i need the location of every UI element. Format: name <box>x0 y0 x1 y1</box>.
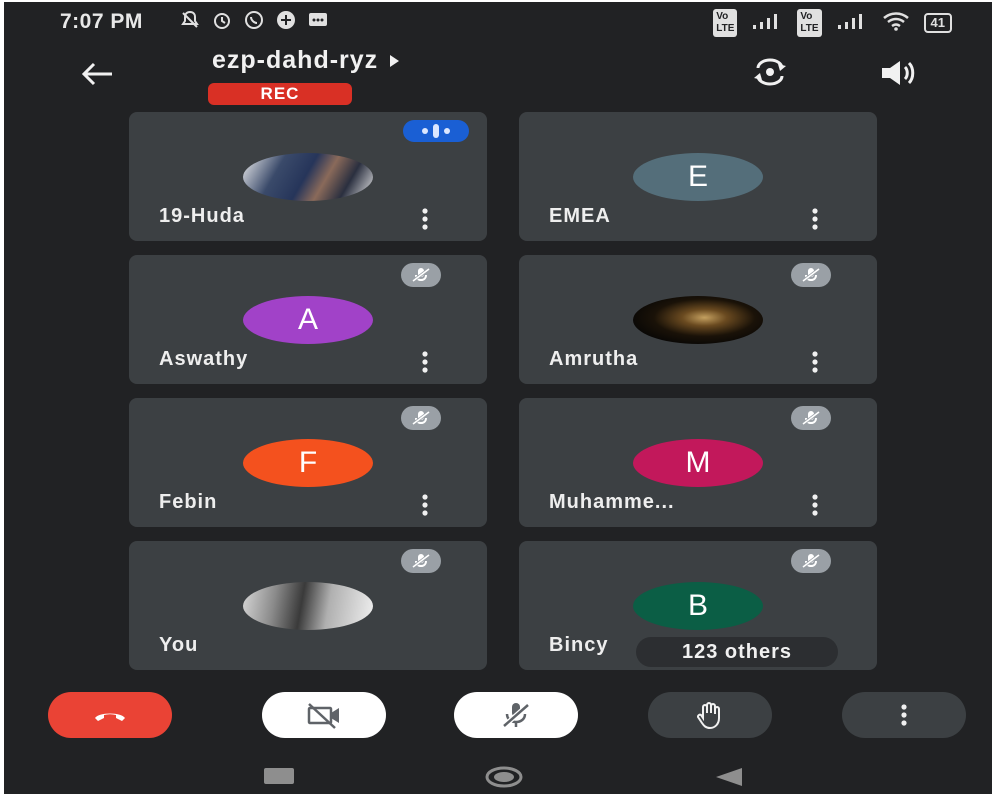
participant-name: EMEA <box>549 205 611 227</box>
meeting-code: ezp-dahd-ryz <box>212 46 379 74</box>
switch-camera-button[interactable] <box>750 54 790 90</box>
participant-photo <box>633 296 763 344</box>
participant-avatar: A <box>243 296 373 344</box>
4g-signal-icon <box>836 12 868 35</box>
arrow-left-icon <box>81 62 112 86</box>
microphone-toggle-button[interactable] <box>454 692 578 738</box>
participant-avatar: F <box>243 439 373 487</box>
participant-avatar: M <box>633 439 763 487</box>
participant-name: 19-Huda <box>159 205 245 227</box>
recording-badge: REC <box>208 83 352 105</box>
others-count-button[interactable]: 123 others <box>636 637 838 667</box>
volte-icon: Vo LTE <box>713 9 738 37</box>
mic-muted-icon <box>401 549 441 573</box>
notifications-off-icon <box>180 10 200 30</box>
home-button[interactable] <box>484 766 524 788</box>
more-vert-icon[interactable] <box>419 493 431 517</box>
mic-off-icon <box>502 703 530 728</box>
participant-photo <box>243 153 373 201</box>
raise-hand-button[interactable] <box>648 692 772 738</box>
mic-muted-icon <box>401 263 441 287</box>
caret-right-icon <box>390 54 400 67</box>
more-vert-icon <box>901 704 907 726</box>
participant-avatar: E <box>633 153 763 201</box>
participant-tile[interactable]: Amrutha <box>519 255 877 384</box>
speaker-icon <box>882 61 915 85</box>
recent-apps-button[interactable] <box>264 768 294 784</box>
participant-name: Muhamme... <box>549 491 675 513</box>
more-vert-icon[interactable] <box>419 207 431 231</box>
participant-tile-self[interactable]: You <box>129 541 487 670</box>
back-button[interactable] <box>76 58 116 90</box>
raise-hand-icon <box>697 702 720 730</box>
mic-muted-icon <box>401 406 441 430</box>
whatsapp-icon <box>244 10 264 30</box>
mic-muted-icon <box>791 406 831 430</box>
clock: 7:07 PM <box>60 10 143 33</box>
more-options-button[interactable] <box>842 692 966 738</box>
end-call-icon <box>95 713 125 721</box>
participant-avatar: B <box>633 582 763 630</box>
camera-off-icon <box>307 703 339 729</box>
battery-level: 41 <box>923 13 952 33</box>
more-vert-icon[interactable] <box>809 207 821 231</box>
participant-tile[interactable]: E EMEA <box>519 112 877 241</box>
nav-back-button[interactable] <box>714 766 744 788</box>
meeting-title[interactable]: ezp-dahd-ryz <box>212 46 400 75</box>
message-icon <box>308 10 328 30</box>
participant-name: Bincy <box>549 634 609 656</box>
speaking-indicator <box>403 120 469 142</box>
more-vert-icon[interactable] <box>809 493 821 517</box>
mic-muted-icon <box>791 263 831 287</box>
end-call-button[interactable] <box>48 692 172 738</box>
sync-icon <box>276 10 296 30</box>
participant-name: Aswathy <box>159 348 249 370</box>
participant-tile[interactable]: 19-Huda <box>129 112 487 241</box>
audio-output-button[interactable] <box>878 58 918 88</box>
camera-toggle-button[interactable] <box>262 692 386 738</box>
mic-muted-icon <box>791 549 831 573</box>
meet-screen: 7:07 PM Vo LTE Vo LTE 41 ezp-dahd-ryz RE… <box>4 2 992 794</box>
participant-name: Amrutha <box>549 348 639 370</box>
participant-photo <box>243 582 373 630</box>
switch-camera-icon <box>754 58 786 86</box>
home-circle-icon <box>485 766 523 788</box>
participant-tile[interactable]: M Muhamme... <box>519 398 877 527</box>
more-vert-icon[interactable] <box>809 350 821 374</box>
more-vert-icon[interactable] <box>419 350 431 374</box>
volte-icon: Vo LTE <box>797 9 822 37</box>
status-bar: 7:07 PM Vo LTE Vo LTE 41 <box>4 2 992 38</box>
participant-tile[interactable]: F Febin <box>129 398 487 527</box>
participant-name: You <box>159 634 199 656</box>
wifi-icon <box>882 11 910 36</box>
alarm-icon <box>212 10 232 30</box>
signal-icon <box>751 12 783 35</box>
triangle-back-icon <box>716 768 742 786</box>
participant-tile[interactable]: A Aswathy <box>129 255 487 384</box>
participant-name: Febin <box>159 491 218 513</box>
